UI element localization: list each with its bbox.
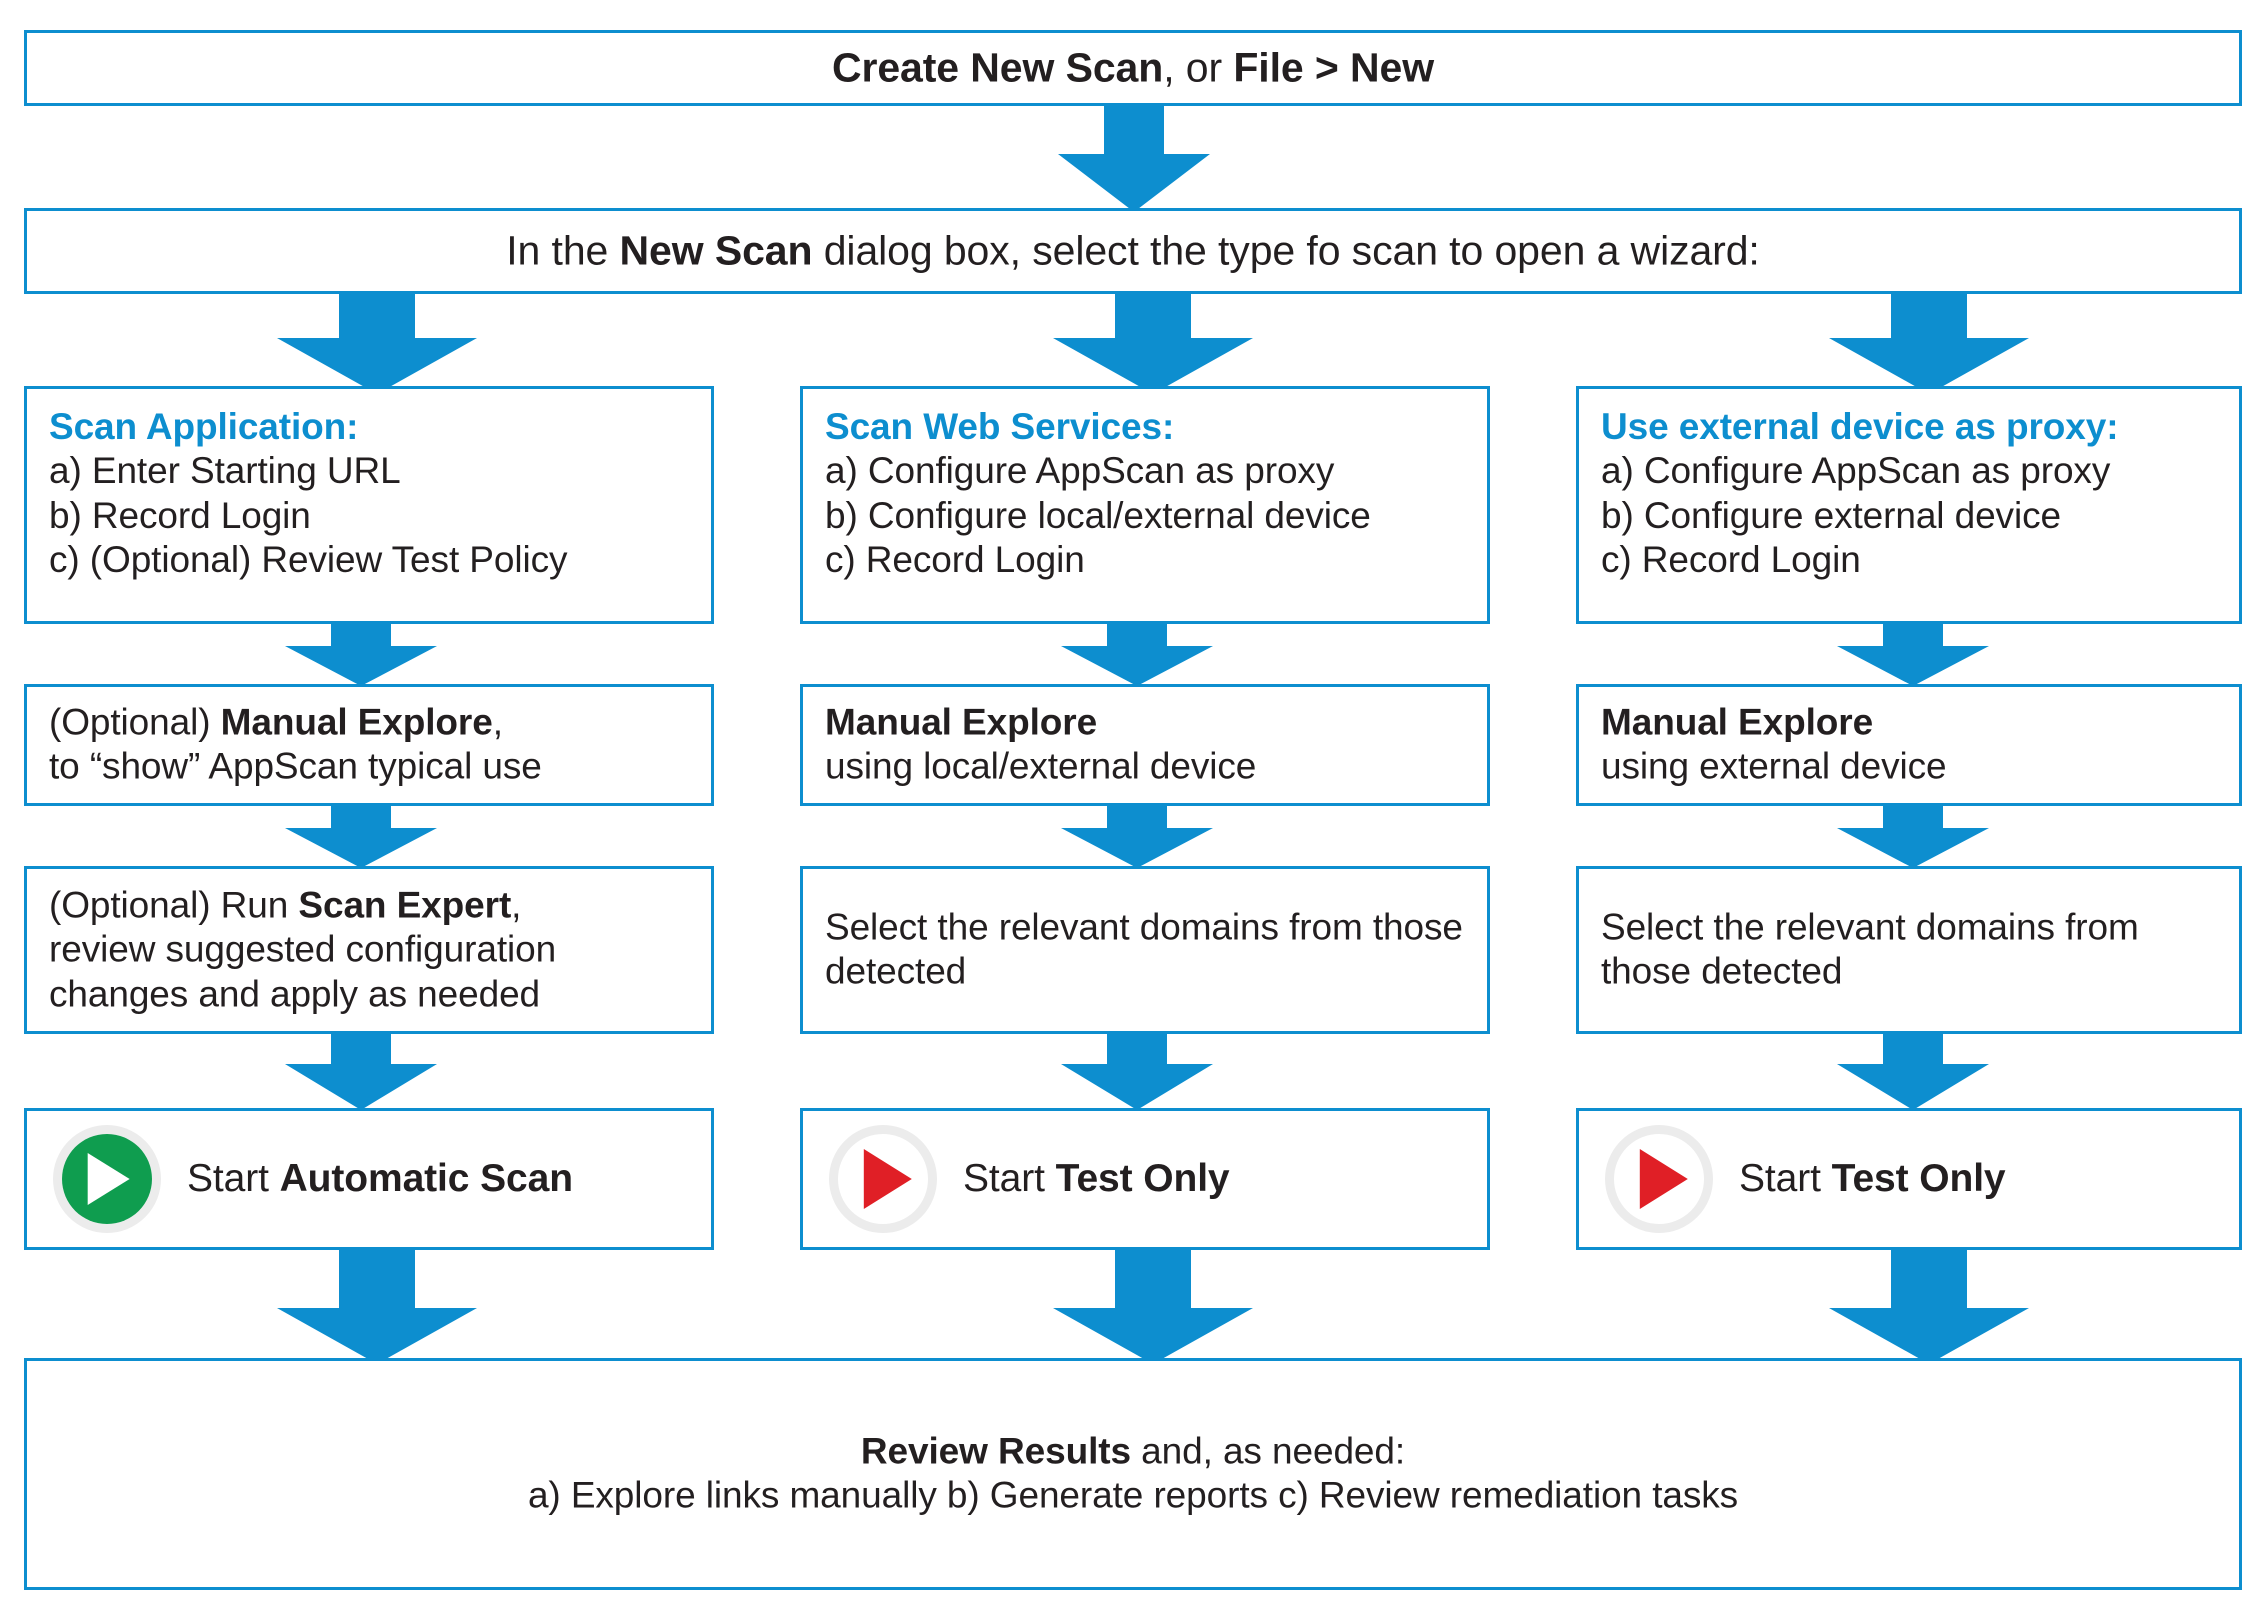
- col1-explore-lead-bold: Manual Explore: [220, 701, 493, 743]
- col3-domains-line-1: Select the relevant domains: [1601, 906, 2055, 948]
- arrow-down-top-to-second: [1058, 106, 1210, 212]
- external-device-proxy-step-a: a) Configure AppScan as proxy: [1601, 450, 2111, 492]
- node-scan-application-option: Scan Application: a) Enter Starting URL …: [24, 386, 714, 624]
- col2-domains-line-1: Select the relevant domains: [825, 906, 1279, 948]
- new-scan-dialog-plain-1: In the: [506, 227, 620, 274]
- arrow-down-col2-explore-to-domains: [1061, 806, 1213, 868]
- arrow-down-col1-expert-to-start: [285, 1034, 437, 1110]
- play-circle-green-icon: [53, 1125, 161, 1233]
- review-results-step-a: a) Explore links manually: [527, 1475, 937, 1516]
- scan-application-step-c: c) (Optional) Review Test Policy: [49, 539, 568, 581]
- arrow-down-col2-domains-to-start: [1061, 1034, 1213, 1110]
- review-results-step-b: b) Generate reports: [946, 1475, 1268, 1516]
- col1-expert-line-1: review suggested configuration: [49, 928, 557, 970]
- col1-explore-second-line: to “show” AppScan typical use: [49, 746, 542, 787]
- node-create-new-scan: Create New Scan, or File > New: [24, 30, 2242, 106]
- node-col1-manual-explore: (Optional) Manual Explore, to “show” App…: [24, 684, 714, 806]
- new-scan-dialog-plain-2: dialog box, select the type fo scan to o…: [812, 227, 1760, 274]
- col1-explore-lead-plain: (Optional): [49, 701, 221, 743]
- node-review-results: Review Results and, as needed: a) Explor…: [24, 1358, 2242, 1590]
- file-new-bold: File > New: [1233, 44, 1435, 91]
- scan-web-services-step-a: a) Configure AppScan as proxy: [825, 450, 1335, 492]
- scan-web-services-step-b: b) Configure local/external device: [825, 494, 1371, 536]
- scan-application-step-a: a) Enter Starting URL: [49, 450, 401, 492]
- review-results-step-c: c) Review remediation tasks: [1278, 1475, 1739, 1516]
- arrow-down-col3-explore-to-domains: [1837, 806, 1989, 868]
- external-device-proxy-heading: Use external device as proxy:: [1601, 406, 2119, 447]
- scan-web-services-heading: Scan Web Services:: [825, 406, 1175, 447]
- node-scan-web-services-option: Scan Web Services: a) Configure AppScan …: [800, 386, 1490, 624]
- col3-explore-lead-bold: Manual Explore: [1601, 701, 1874, 743]
- col1-expert-line-2: changes and apply as needed: [49, 973, 541, 1015]
- arrow-down-split-col3: [1829, 294, 2029, 394]
- arrow-down-col2-option-to-explore: [1061, 624, 1213, 686]
- col3-start-bold: Test Only: [1831, 1156, 2006, 1200]
- node-col3-select-domains: Select the relevant domains from those d…: [1576, 866, 2242, 1034]
- play-circle-red-icon: [1605, 1125, 1713, 1233]
- node-col1-start-automatic-scan[interactable]: Start Automatic Scan: [24, 1108, 714, 1250]
- col2-start-plain: Start: [963, 1156, 1056, 1200]
- col2-start-bold: Test Only: [1055, 1156, 1230, 1200]
- node-external-device-proxy-option: Use external device as proxy: a) Configu…: [1576, 386, 2242, 624]
- col3-explore-second-line: using external device: [1601, 746, 1947, 787]
- arrow-down-col3-to-review: [1829, 1250, 2029, 1364]
- col1-start-plain: Start: [187, 1156, 280, 1200]
- arrow-down-col3-domains-to-start: [1837, 1034, 1989, 1110]
- node-col2-select-domains: Select the relevant domains from those d…: [800, 866, 1490, 1034]
- col3-start-plain: Start: [1739, 1156, 1832, 1200]
- col2-explore-second-line: using local/external device: [825, 746, 1257, 787]
- arrow-down-col3-option-to-explore: [1837, 624, 1989, 686]
- create-new-scan-plain: , or: [1163, 44, 1234, 91]
- scan-web-services-step-c: c) Record Login: [825, 539, 1085, 581]
- arrow-down-split-col2: [1053, 294, 1253, 394]
- external-device-proxy-step-c: c) Record Login: [1601, 539, 1861, 581]
- node-col3-manual-explore: Manual Explore using external device: [1576, 684, 2242, 806]
- col1-start-bold: Automatic Scan: [279, 1156, 573, 1200]
- external-device-proxy-step-b: b) Configure external device: [1601, 494, 2061, 536]
- col1-explore-lead-tail: ,: [492, 701, 503, 743]
- col1-expert-lead-bold: Scan Expert: [298, 884, 512, 926]
- flowchart-canvas: Create New Scan, or File > New In the Ne…: [0, 0, 2266, 1613]
- node-col2-start-test-only[interactable]: Start Test Only: [800, 1108, 1490, 1250]
- review-results-bold: Review Results: [860, 1430, 1131, 1472]
- col1-expert-lead-plain: (Optional) Run: [49, 884, 299, 926]
- node-col2-manual-explore: Manual Explore using local/external devi…: [800, 684, 1490, 806]
- arrow-down-col2-to-review: [1053, 1250, 1253, 1364]
- create-new-scan-bold: Create New Scan: [831, 44, 1164, 91]
- arrow-down-col1-to-review: [277, 1250, 477, 1364]
- new-scan-dialog-bold: New Scan: [619, 227, 813, 274]
- node-new-scan-dialog: In the New Scan dialog box, select the t…: [24, 208, 2242, 294]
- node-col1-scan-expert: (Optional) Run Scan Expert, review sugge…: [24, 866, 714, 1034]
- col1-expert-lead-tail: ,: [511, 884, 522, 926]
- col2-explore-lead-bold: Manual Explore: [825, 701, 1098, 743]
- review-results-plain: and, as needed:: [1130, 1430, 1406, 1472]
- arrow-down-col1-option-to-explore: [285, 624, 437, 686]
- play-circle-red-icon: [829, 1125, 937, 1233]
- arrow-down-col1-explore-to-expert: [285, 806, 437, 868]
- arrow-down-split-col1: [277, 294, 477, 394]
- scan-application-heading: Scan Application:: [49, 406, 359, 447]
- node-col3-start-test-only[interactable]: Start Test Only: [1576, 1108, 2242, 1250]
- scan-application-step-b: b) Record Login: [49, 494, 311, 536]
